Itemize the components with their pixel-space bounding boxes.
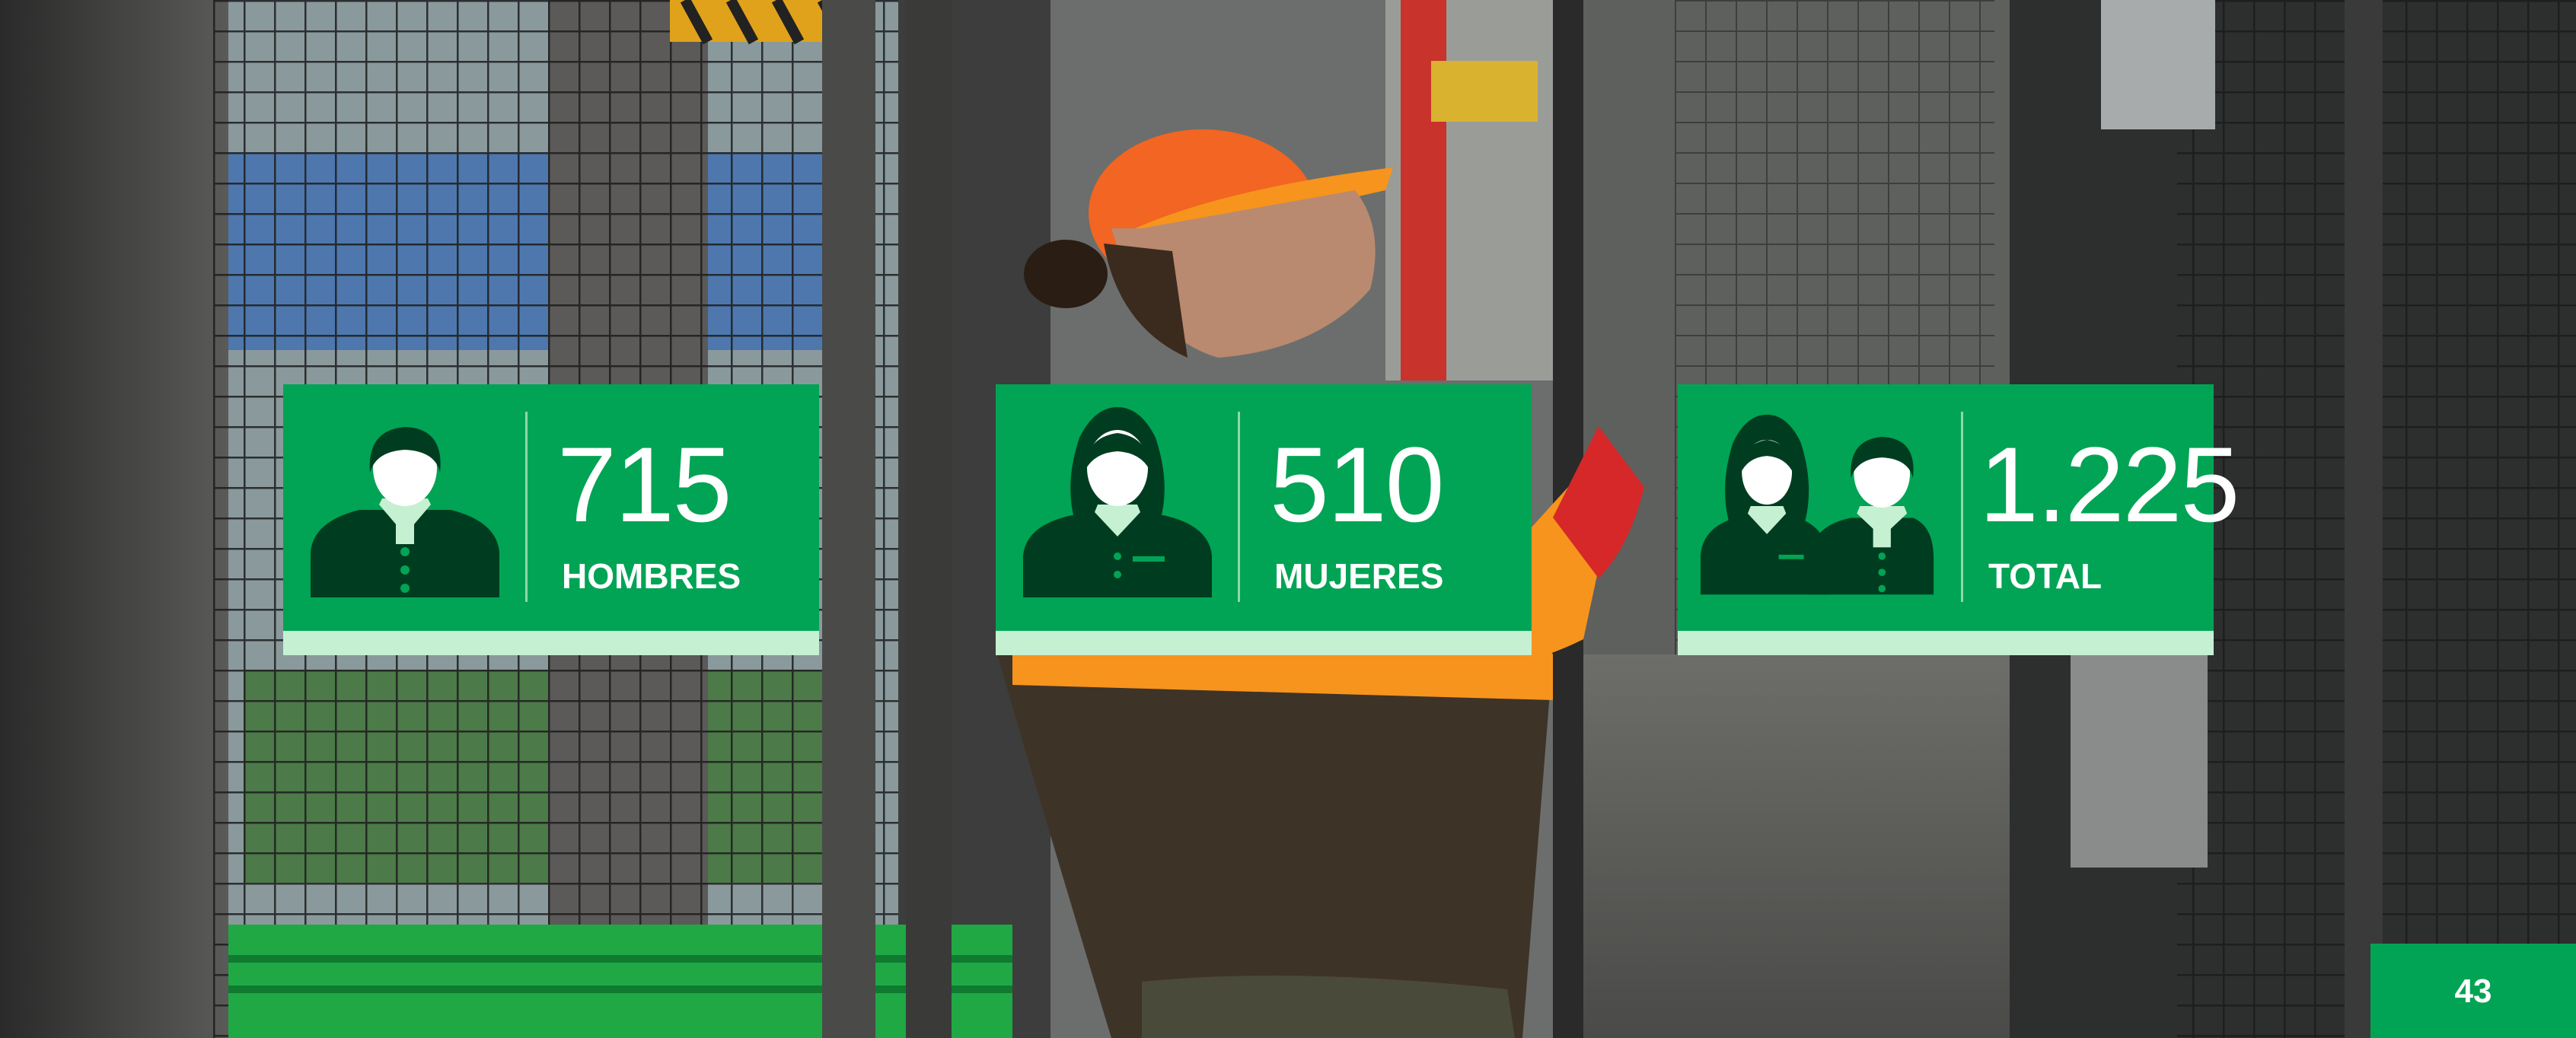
stat-card-women: 510 MUJERES [996,384,1532,655]
card-strip [1678,631,2214,655]
stat-value: 510 [1270,425,1445,544]
stat-card-total: 1.225 TOTAL [1678,384,2240,655]
woman-silhouette-icon [1023,407,1212,597]
card-divider [525,412,528,602]
page-number-box: 43 [2370,944,2576,1038]
man-silhouette-icon [311,427,499,597]
stat-label: MUJERES [1274,556,1444,596]
card-strip [996,631,1532,655]
page-number: 43 [2454,973,2492,1010]
stat-card-men: 715 HOMBRES [283,384,819,655]
card-divider [1238,412,1240,602]
stat-value: 715 [557,425,732,544]
couple-silhouette-icon [1700,414,1934,595]
card-divider [1961,412,1963,602]
stat-value: 1.225 [1979,425,2240,544]
stat-label: TOTAL [1988,556,2103,596]
card-strip [283,631,819,655]
stat-label: HOMBRES [562,556,741,596]
